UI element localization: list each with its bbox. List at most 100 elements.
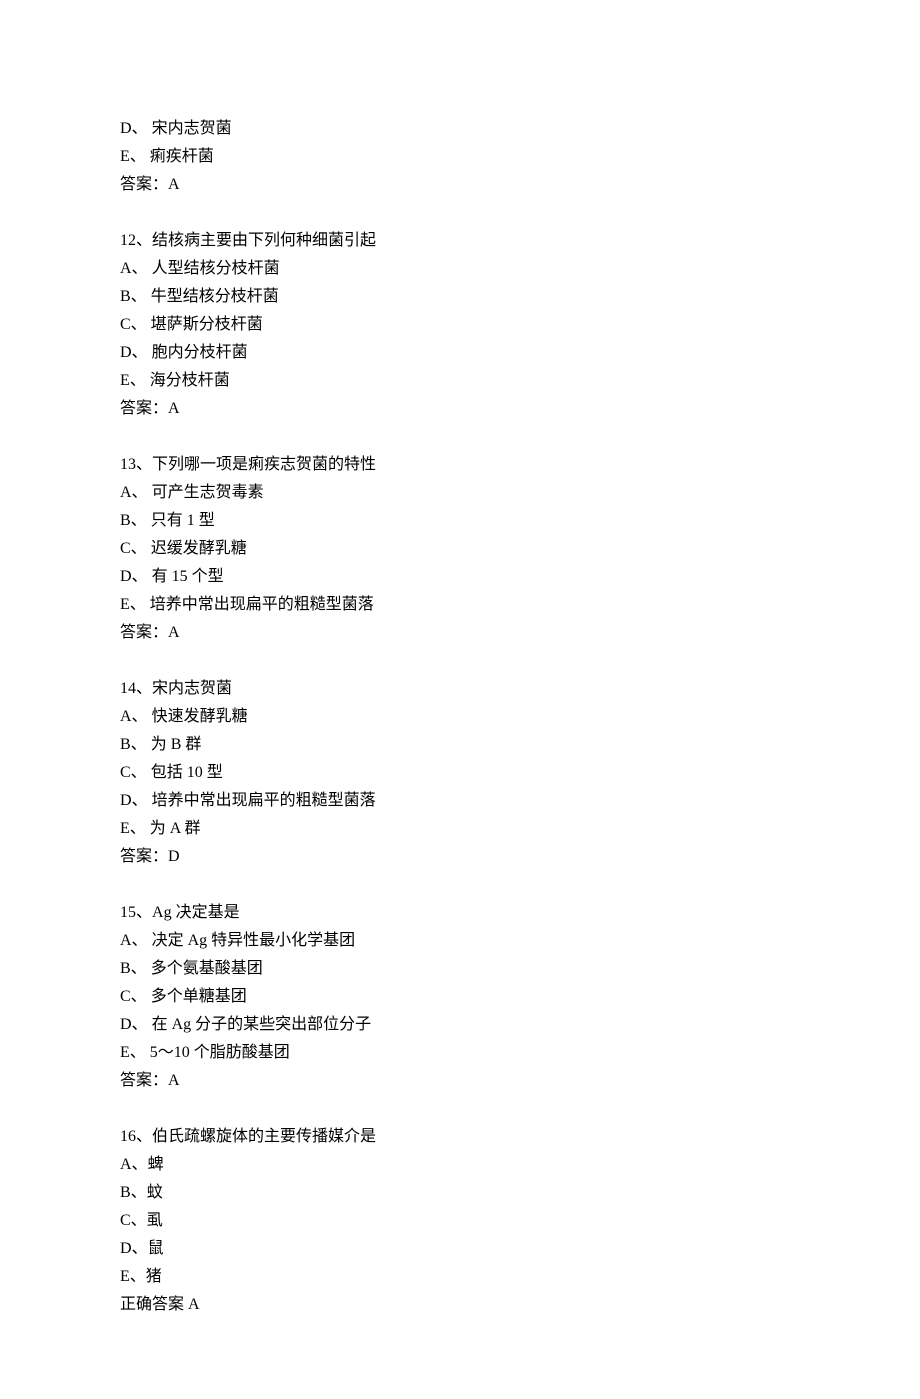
option-label: C、 [120,1212,147,1229]
option-row: D、鼠 [120,1235,800,1263]
option-text: 宋内志贺菌 [152,120,232,137]
question-text: 伯氏疏螺旋体的主要传播媒介是 [152,1128,376,1145]
option-row: A、 人型结核分枝杆菌 [120,255,800,283]
option-row: B、 多个氨基酸基团 [120,955,800,983]
option-row: E、 为 A 群 [120,815,800,843]
answer-line: 答案：A [120,171,800,199]
option-row: D、 宋内志贺菌 [120,115,800,143]
question-stem: 14、宋内志贺菌 [120,675,800,703]
option-row: A、蜱 [120,1151,800,1179]
question-stem: 16、伯氏疏螺旋体的主要传播媒介是 [120,1123,800,1151]
option-text: 有 15 个型 [152,568,224,585]
option-label: B、 [120,1184,147,1201]
question-block: 13、下列哪一项是痢疾志贺菌的特性 A、 可产生志贺毒素 B、 只有 1 型 C… [120,451,800,647]
option-label: E、 [120,596,146,613]
option-label: D、 [120,568,148,585]
option-text: 堪萨斯分枝杆菌 [151,316,263,333]
option-label: E、 [120,1044,146,1061]
option-label: C、 [120,540,147,557]
option-text: 在 Ag 分子的某些突出部位分子 [152,1016,372,1033]
option-text: 为 B 群 [151,736,202,753]
option-label: D、 [120,1016,148,1033]
question-block: 12、结核病主要由下列何种细菌引起 A、 人型结核分枝杆菌 B、 牛型结核分枝杆… [120,227,800,423]
option-text: 人型结核分枝杆菌 [152,260,280,277]
option-text: 多个单糖基团 [151,988,247,1005]
option-text: 胞内分枝杆菌 [152,344,248,361]
option-text: 快速发酵乳糖 [152,708,248,725]
option-label: B、 [120,288,147,305]
option-row: D、 有 15 个型 [120,563,800,591]
option-label: A、 [120,708,148,725]
option-text: 海分枝杆菌 [150,372,230,389]
option-row: D、 在 Ag 分子的某些突出部位分子 [120,1011,800,1039]
question-block: 15、Ag 决定基是 A、 决定 Ag 特异性最小化学基团 B、 多个氨基酸基团… [120,899,800,1095]
option-row: B、 牛型结核分枝杆菌 [120,283,800,311]
question-text: 宋内志贺菌 [152,680,232,697]
answer-line: 正确答案 A [120,1291,800,1319]
option-row: C、虱 [120,1207,800,1235]
option-row: E、 5～10 个脂肪酸基团 [120,1039,800,1067]
option-row: B、 为 B 群 [120,731,800,759]
question-number: 13、 [120,456,152,473]
option-row: D、 胞内分枝杆菌 [120,339,800,367]
option-text: 培养中常出现扁平的粗糙型菌落 [150,596,374,613]
option-text: 可产生志贺毒素 [152,484,264,501]
option-label: D、 [120,120,148,137]
answer-line: 答案：D [120,843,800,871]
answer-line: 答案：A [120,395,800,423]
question-text: 下列哪一项是痢疾志贺菌的特性 [152,456,376,473]
option-text: 鼠 [148,1240,164,1257]
option-row: B、蚊 [120,1179,800,1207]
option-row: E、猪 [120,1263,800,1291]
leading-fragment: D、 宋内志贺菌 E、 痢疾杆菌 答案：A [120,115,800,199]
option-row: C、 迟缓发酵乳糖 [120,535,800,563]
option-text: 猪 [146,1268,162,1285]
option-row: D、 培养中常出现扁平的粗糙型菌落 [120,787,800,815]
option-row: C、 多个单糖基团 [120,983,800,1011]
option-text: 决定 Ag 特异性最小化学基团 [152,932,356,949]
option-row: A、 快速发酵乳糖 [120,703,800,731]
option-text: 迟缓发酵乳糖 [151,540,247,557]
question-stem: 12、结核病主要由下列何种细菌引起 [120,227,800,255]
option-label: B、 [120,960,147,977]
option-text: 多个氨基酸基团 [151,960,263,977]
option-label: E、 [120,820,146,837]
option-label: E、 [120,1268,146,1285]
option-label: C、 [120,988,147,1005]
answer-line: 答案：A [120,1067,800,1095]
option-label: E、 [120,148,146,165]
option-text: 虱 [147,1212,163,1229]
option-label: D、 [120,1240,148,1257]
question-number: 15、 [120,904,152,921]
option-text: 包括 10 型 [151,764,223,781]
option-row: A、 可产生志贺毒素 [120,479,800,507]
option-label: E、 [120,372,146,389]
question-text: 结核病主要由下列何种细菌引起 [152,232,376,249]
document-page: D、 宋内志贺菌 E、 痢疾杆菌 答案：A 12、结核病主要由下列何种细菌引起 … [0,0,920,1399]
option-row: E、 培养中常出现扁平的粗糙型菌落 [120,591,800,619]
question-stem: 13、下列哪一项是痢疾志贺菌的特性 [120,451,800,479]
option-label: C、 [120,316,147,333]
option-row: B、 只有 1 型 [120,507,800,535]
option-text: 只有 1 型 [151,512,215,529]
question-block: 14、宋内志贺菌 A、 快速发酵乳糖 B、 为 B 群 C、 包括 10 型 D… [120,675,800,871]
option-row: E、 痢疾杆菌 [120,143,800,171]
option-row: A、 决定 Ag 特异性最小化学基团 [120,927,800,955]
option-label: C、 [120,764,147,781]
option-label: B、 [120,736,147,753]
option-row: E、 海分枝杆菌 [120,367,800,395]
question-number: 16、 [120,1128,152,1145]
option-text: 蜱 [148,1156,164,1173]
option-label: D、 [120,792,148,809]
question-block: 16、伯氏疏螺旋体的主要传播媒介是 A、蜱 B、蚊 C、虱 D、鼠 E、猪 正确… [120,1123,800,1319]
option-text: 5～10 个脂肪酸基团 [150,1044,290,1061]
question-number: 14、 [120,680,152,697]
question-number: 12、 [120,232,152,249]
option-text: 牛型结核分枝杆菌 [151,288,279,305]
option-text: 为 A 群 [150,820,201,837]
option-row: C、 堪萨斯分枝杆菌 [120,311,800,339]
option-label: D、 [120,344,148,361]
option-label: A、 [120,260,148,277]
option-text: 痢疾杆菌 [150,148,214,165]
option-label: A、 [120,484,148,501]
